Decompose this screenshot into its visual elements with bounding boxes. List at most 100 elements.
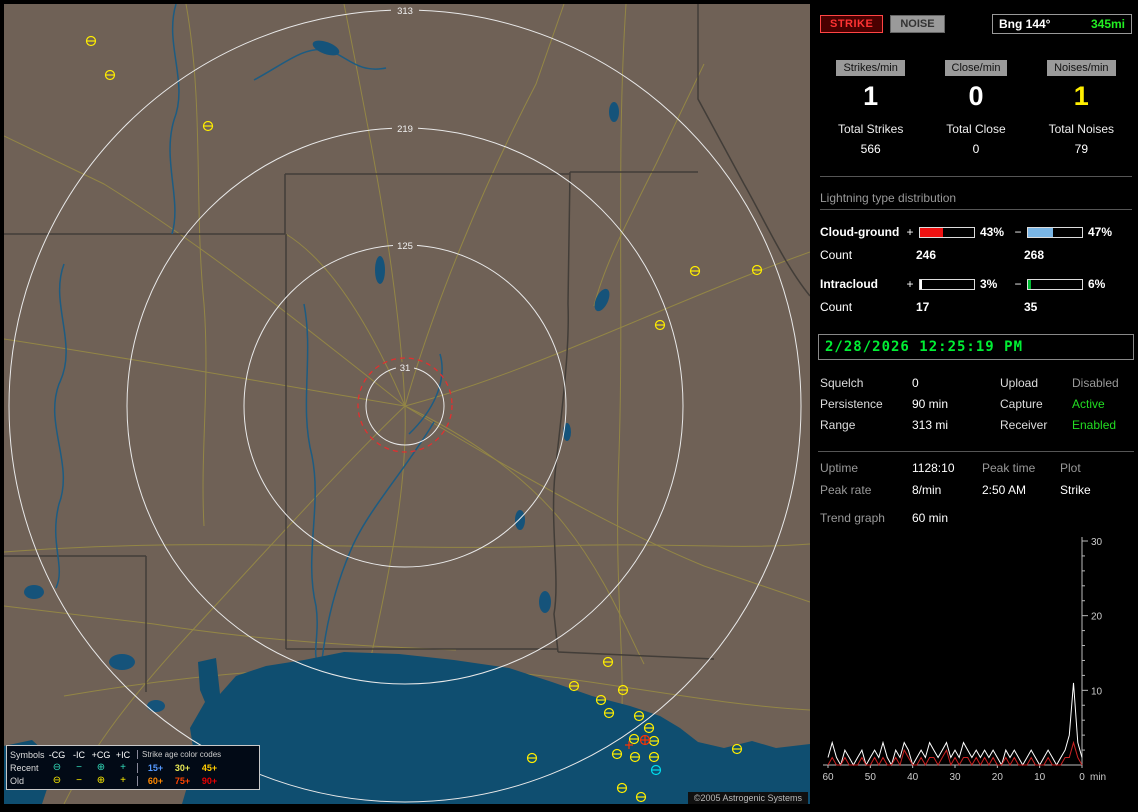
ic-neg-pct: 6%	[1086, 277, 1120, 291]
receiver-status: Squelch 0 Upload Disabled Persistence 90…	[820, 372, 1132, 435]
noises-per-min-counter: Noises/min 1	[1029, 60, 1134, 112]
minus-sign: −	[1012, 225, 1024, 239]
cg-pos-bar	[919, 227, 975, 238]
status-panel: STRIKE NOISE Bng 144° 345mi Strikes/min …	[818, 6, 1134, 808]
peak-rate-value: 8/min	[912, 483, 982, 505]
datetime-display: 2/28/2026 12:25:19 PM	[818, 334, 1134, 360]
svg-text:0: 0	[1079, 772, 1085, 783]
close-per-min-label: Close/min	[945, 60, 1008, 76]
svg-text:50: 50	[865, 772, 877, 783]
distribution-header: Lightning type distribution	[820, 191, 1132, 210]
legend-old-label: Old	[10, 776, 46, 786]
cg-pos-count: 246	[916, 248, 1024, 262]
total-close: Total Close 0	[923, 122, 1028, 156]
age-code-75: 75+	[169, 776, 196, 786]
plus-sign: +	[904, 225, 916, 239]
age-code-45: 45+	[196, 763, 223, 773]
cg-neg-bar	[1027, 227, 1083, 238]
total-strikes: Total Strikes 566	[818, 122, 923, 156]
plot-mode-value: Strike	[1060, 483, 1132, 505]
legend-col-pcg: +CG	[90, 750, 112, 760]
panel-divider	[820, 176, 1132, 177]
strikes-per-min-value: 1	[818, 81, 923, 112]
age-code-90: 90+	[196, 776, 223, 786]
pos-cg-old-icon: ⊕	[90, 776, 112, 786]
stats-row-1: Uptime 1128:10 Peak time Plot	[820, 461, 1132, 483]
ring-label-125: 125	[397, 241, 413, 252]
trend-window-value: 60 min	[912, 511, 948, 525]
svg-text:20: 20	[992, 772, 1004, 783]
close-per-min-value: 0	[923, 81, 1028, 112]
legend-col-nic: -IC	[68, 750, 90, 760]
cg-pos-pct: 43%	[978, 225, 1012, 239]
age-code-30: 30+	[169, 763, 196, 773]
datetime-value: 2/28/2026 12:25:19 PM	[825, 339, 1023, 355]
session-stats: Uptime 1128:10 Peak time Plot Peak rate …	[818, 451, 1134, 505]
status-row-persistence: Persistence 90 min Capture Active	[820, 393, 1132, 414]
map-canvas: 313 219 125 31	[4, 4, 810, 804]
bearing-display: Bng 144° 345mi	[992, 14, 1132, 34]
age-code-15: 15+	[142, 763, 169, 773]
intracloud-count-row: Count 17 35	[820, 300, 1132, 314]
svg-text:30: 30	[1091, 537, 1103, 548]
trend-graph-header: Trend graph 60 min	[820, 511, 1132, 525]
cg-neg-pct: 47%	[1086, 225, 1120, 239]
bearing-value: Bng 144°	[999, 17, 1050, 31]
copyright-notice: ©2005 Astrogenic Systems	[688, 792, 808, 804]
cloud-ground-row: Cloud-ground + 43% − 47%	[820, 225, 1132, 239]
ic-neg-count: 35	[1024, 300, 1132, 314]
strikes-per-min-counter: Strikes/min 1	[818, 60, 923, 112]
svg-text:20: 20	[1091, 612, 1103, 623]
total-noises: Total Noises 79	[1029, 122, 1134, 156]
legend-col-ncg: -CG	[46, 750, 68, 760]
legend-age-header: Strike age color codes	[142, 750, 221, 759]
strikes-per-min-label: Strikes/min	[836, 60, 904, 76]
minus-sign: −	[1012, 277, 1024, 291]
neg-cg-recent-icon: ⊖	[46, 763, 68, 773]
svg-text:60: 60	[822, 772, 834, 783]
peak-time-value: 2:50 AM	[982, 483, 1060, 505]
rate-counters: Strikes/min 1 Close/min 0 Noises/min 1	[818, 60, 1134, 112]
legend-col-pic: +IC	[112, 750, 134, 760]
svg-text:40: 40	[907, 772, 919, 783]
legend-symbols-header: Symbols	[10, 750, 46, 760]
legend-recent-label: Recent	[10, 763, 46, 773]
lightning-map[interactable]: 313 219 125 31 Symbols -CG -IC +CG +IC S…	[4, 4, 810, 804]
capture-status: Active	[1072, 397, 1132, 411]
neg-ic-recent-icon: −	[68, 763, 90, 773]
noises-per-min-label: Noises/min	[1047, 60, 1115, 76]
ic-pos-count: 17	[916, 300, 1024, 314]
noise-button[interactable]: NOISE	[890, 15, 944, 33]
bearing-range-value: 345mi	[1091, 17, 1125, 31]
ic-neg-bar	[1027, 279, 1083, 290]
pos-cg-recent-icon: ⊕	[90, 763, 112, 773]
ic-pos-pct: 3%	[978, 277, 1012, 291]
receiver-status-value: Enabled	[1072, 418, 1132, 432]
stats-row-2: Peak rate 8/min 2:50 AM Strike	[820, 483, 1132, 505]
svg-text:30: 30	[949, 772, 961, 783]
svg-text:min: min	[1090, 772, 1106, 783]
ring-label-31: 31	[400, 363, 411, 374]
svg-text:10: 10	[1091, 686, 1103, 697]
cloud-ground-count-row: Count 246 268	[820, 248, 1132, 262]
status-row-range: Range 313 mi Receiver Enabled	[820, 414, 1132, 435]
noises-per-min-value: 1	[1029, 81, 1134, 112]
pos-ic-old-icon: +	[112, 776, 134, 786]
uptime-value: 1128:10	[912, 461, 982, 483]
ic-pos-bar	[919, 279, 975, 290]
ring-label-219: 219	[397, 124, 413, 135]
neg-ic-old-icon: −	[68, 776, 90, 786]
trend-graph: 30 20 10 60 50 40 30 20 10 0 min	[818, 533, 1134, 785]
mode-toolbar: STRIKE NOISE Bng 144° 345mi	[818, 6, 1134, 34]
intracloud-row: Intracloud + 3% − 6%	[820, 277, 1132, 291]
neg-cg-old-icon: ⊖	[46, 776, 68, 786]
close-per-min-counter: Close/min 0	[923, 60, 1028, 112]
plus-sign: +	[904, 277, 916, 291]
pos-ic-recent-icon: +	[112, 763, 134, 773]
totals: Total Strikes 566 Total Close 0 Total No…	[818, 122, 1134, 156]
upload-status: Disabled	[1072, 376, 1132, 390]
svg-text:10: 10	[1034, 772, 1046, 783]
map-legend: Symbols -CG -IC +CG +IC Strike age color…	[6, 745, 260, 790]
ring-label-313: 313	[397, 6, 413, 17]
strike-button[interactable]: STRIKE	[820, 15, 883, 33]
